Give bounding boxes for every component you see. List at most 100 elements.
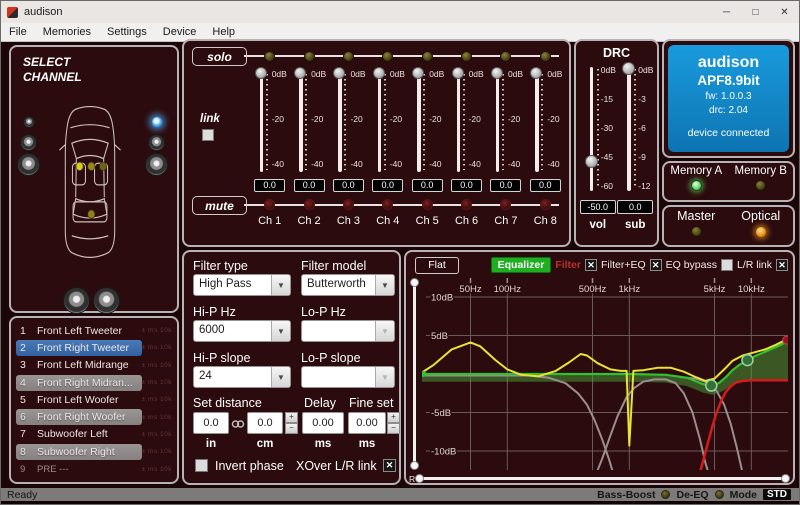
solo-led-ch4[interactable]	[382, 51, 393, 62]
graph-hslider-right-handle[interactable]	[781, 474, 790, 483]
chevron-down-icon[interactable]: ▼	[271, 275, 290, 295]
solo-led-ch1[interactable]	[264, 51, 275, 62]
fine-set-decrement-button[interactable]: −	[387, 423, 400, 434]
car-position-dot-left[interactable]	[76, 162, 83, 170]
channel-list-item[interactable]: 9PRE ---± ms 10k	[16, 460, 172, 477]
channel-list-item[interactable]: 6Front Right Woofer± ms 10k	[16, 408, 172, 425]
graph-vertical-slider-track[interactable]	[413, 282, 416, 466]
filter-type-dropdown[interactable]: High Pass ▼	[193, 274, 291, 296]
channel-list-item[interactable]: 4Front Right Midran...± ms 10k	[16, 374, 172, 391]
fader-track[interactable]	[496, 72, 500, 172]
fader-track[interactable]	[378, 72, 382, 172]
graph-horizontal-slider-track[interactable]	[417, 477, 788, 481]
fader-ch7[interactable]: 0dB-20-40	[486, 69, 525, 175]
bass-boost-led[interactable]	[661, 490, 670, 499]
filter-checkbox[interactable]: ✕	[585, 259, 597, 271]
minimize-button[interactable]: ─	[712, 1, 741, 23]
speaker-front-left-midrange[interactable]	[20, 134, 37, 151]
de-eq-led[interactable]	[715, 490, 724, 499]
solo-led-ch6[interactable]	[461, 51, 472, 62]
fader-value-ch3[interactable]: 0.0	[333, 179, 364, 192]
channel-list-item[interactable]: 2Front Right Tweeter± ms 10k	[16, 339, 172, 356]
car-position-dot-center[interactable]	[88, 162, 95, 170]
fader-ch8[interactable]: 0dB-20-40	[526, 69, 565, 175]
solo-led-ch5[interactable]	[422, 51, 433, 62]
delay-field[interactable]: 0.00	[302, 412, 344, 434]
solo-led-ch8[interactable]	[540, 51, 551, 62]
fader-value-ch4[interactable]: 0.0	[372, 179, 403, 192]
optical-input[interactable]: Optical	[729, 207, 794, 245]
menu-help[interactable]: Help	[204, 24, 243, 40]
speaker-subwoofer-left[interactable]	[63, 287, 90, 314]
menu-memories[interactable]: Memories	[35, 24, 99, 40]
mute-led-ch8[interactable]	[540, 199, 551, 210]
fader-value-ch8[interactable]: 0.0	[530, 179, 561, 192]
drc-fader-track[interactable]	[590, 67, 594, 191]
drc-sub-fader[interactable]: 0dB-3-6-9-12	[617, 65, 653, 195]
memory-b[interactable]: Memory B	[729, 163, 794, 200]
drc-sub-value[interactable]: 0.0	[617, 200, 653, 214]
maximize-button[interactable]: □	[741, 1, 770, 23]
fader-ch2[interactable]: 0dB-20-40	[289, 69, 328, 175]
car-position-dot-rear[interactable]	[88, 210, 95, 218]
fader-ch1[interactable]: 0dB-20-40	[250, 69, 289, 175]
fader-value-ch1[interactable]: 0.0	[254, 179, 285, 192]
graph-horizontal-slider[interactable]: R	[409, 472, 788, 485]
channel-list-item[interactable]: 1Front Left Tweeter± ms 10k	[16, 322, 172, 339]
eq-response-plot[interactable]: 50Hz100Hz500Hz1kHz5kHz10kHz10dB5dB-5dB-1…	[422, 278, 788, 470]
fader-ch4[interactable]: 0dB-20-40	[368, 69, 407, 175]
speaker-front-right-woofer[interactable]	[145, 153, 168, 176]
menu-settings[interactable]: Settings	[99, 24, 155, 40]
fader-track[interactable]	[338, 72, 342, 172]
drc-vol-thumb[interactable]	[585, 155, 598, 168]
fine-set-field[interactable]: 0.00	[348, 412, 386, 434]
menu-device[interactable]: Device	[155, 24, 205, 40]
distance-cm-field[interactable]: 0.0	[247, 412, 283, 434]
chevron-down-icon[interactable]: ▼	[271, 321, 290, 341]
channel-list-item[interactable]: 8Subwoofer Right± ms 10k	[16, 443, 172, 460]
mute-led-ch5[interactable]	[422, 199, 433, 210]
lp-slope-dropdown[interactable]: ▼	[301, 366, 395, 388]
link-checkbox[interactable]	[202, 129, 214, 141]
fine-set-increment-button[interactable]: +	[387, 412, 400, 423]
eq-bypass-checkbox[interactable]	[721, 259, 733, 271]
solo-button[interactable]: solo	[192, 47, 247, 66]
distance-increment-button[interactable]: +	[285, 412, 298, 423]
solo-led-ch3[interactable]	[343, 51, 354, 62]
equalizer-tab[interactable]: Equalizer	[491, 257, 552, 273]
channel-list-item[interactable]: 3Front Left Midrange± ms 10k	[16, 357, 172, 374]
filter-eq-checkbox[interactable]: ✕	[650, 259, 662, 271]
chevron-down-icon[interactable]: ▼	[375, 275, 394, 295]
distance-in-field[interactable]: 0.0	[193, 412, 229, 434]
mute-button[interactable]: mute	[192, 196, 247, 215]
fader-track[interactable]	[260, 72, 264, 172]
mute-led-ch1[interactable]	[264, 199, 275, 210]
fader-ch3[interactable]: 0dB-20-40	[329, 69, 368, 175]
drc-fader-track[interactable]	[627, 67, 631, 191]
graph-hslider-left-handle[interactable]	[415, 474, 424, 483]
hp-slope-dropdown[interactable]: 24 ▼	[193, 366, 291, 388]
hp-hz-dropdown[interactable]: 6000 ▼	[193, 320, 291, 342]
l-r-link-checkbox[interactable]: ✕	[776, 259, 788, 271]
fader-track[interactable]	[457, 72, 461, 172]
flat-button[interactable]: Flat	[415, 257, 459, 274]
solo-led-ch2[interactable]	[304, 51, 315, 62]
distance-decrement-button[interactable]: −	[285, 423, 298, 434]
menu-file[interactable]: File	[1, 24, 35, 40]
mute-led-ch2[interactable]	[304, 199, 315, 210]
fader-value-ch2[interactable]: 0.0	[294, 179, 325, 192]
fader-thumb-ch1[interactable]	[255, 67, 267, 79]
fader-track[interactable]	[535, 72, 539, 172]
channel-list-item[interactable]: 5Front Left Woofer± ms 10k	[16, 391, 172, 408]
graph-vslider-bottom-handle[interactable]	[410, 461, 419, 470]
fader-value-ch5[interactable]: 0.0	[412, 179, 443, 192]
xover-lr-link-checkbox[interactable]: ✕	[383, 459, 396, 472]
lp-hz-dropdown[interactable]: ▼	[301, 320, 395, 342]
close-button[interactable]: ✕	[770, 1, 799, 23]
graph-vslider-top-handle[interactable]	[410, 278, 419, 287]
drc-vol-fader[interactable]: 0dB-15-30-45-60	[580, 65, 616, 195]
filter-tab[interactable]: Filter	[555, 259, 581, 271]
speaker-front-right-tweeter[interactable]	[151, 116, 163, 128]
channel-list-item[interactable]: 7Subwoofer Left± ms 10k	[16, 426, 172, 443]
fader-thumb-ch2[interactable]	[294, 67, 306, 79]
